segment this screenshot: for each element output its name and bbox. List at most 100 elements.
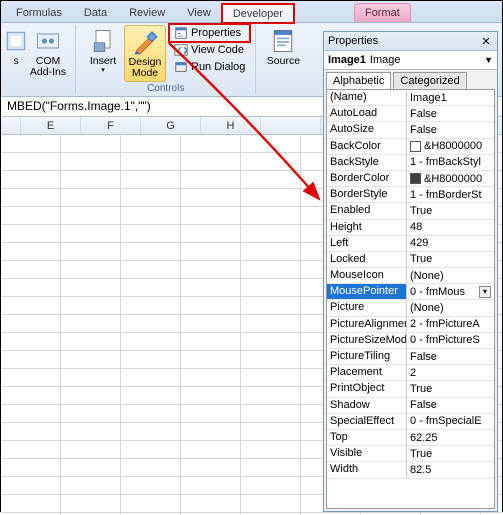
property-value[interactable]: 0 - fmPictureS [407,333,494,348]
close-icon[interactable]: ✕ [479,34,493,48]
property-row[interactable]: VisibleTrue [327,446,494,462]
view-code-label: View Code [191,44,244,56]
property-row[interactable]: Placement2 [327,365,494,381]
property-value-text: False [410,399,437,411]
property-row[interactable]: PictureAlignmen2 - fmPictureA [327,317,494,333]
property-name: Placement [327,365,407,380]
property-value[interactable]: Image1 [407,90,494,105]
property-value[interactable]: &H8000000 [407,139,494,154]
property-value[interactable]: 429 [407,236,494,251]
property-row[interactable]: SpecialEffect0 - fmSpecialE [327,414,494,430]
property-value[interactable]: False [407,122,494,137]
tab-developer[interactable]: Developer [222,4,294,23]
color-swatch [410,173,421,184]
property-value[interactable]: 1 - fmBorderSt [407,187,494,202]
tab-data[interactable]: Data [73,3,118,22]
property-value-text: True [410,205,432,217]
property-value[interactable]: 82.5 [407,462,494,477]
property-value[interactable]: 2 [407,365,494,380]
property-row[interactable]: EnabledTrue [327,203,494,219]
property-value-text: 1 - fmBackStyl [410,156,481,168]
tab-alphabetic[interactable]: Alphabetic [326,72,391,89]
property-row[interactable]: Top62.25 [327,430,494,446]
run-dialog-button[interactable]: Run Dialog [170,59,249,75]
color-swatch [410,141,421,152]
property-value-text: (None) [410,302,444,314]
property-value[interactable]: 1 - fmBackStyl [407,155,494,170]
property-row[interactable]: BorderStyle1 - fmBorderSt [327,187,494,203]
property-row[interactable]: (Name)Image1 [327,90,494,106]
controls-group-label: Controls [147,83,184,94]
property-row[interactable]: PictureTilingFalse [327,349,494,365]
chevron-down-icon[interactable]: ▾ [479,286,491,298]
property-value[interactable]: 62.25 [407,430,494,445]
tab-categorized[interactable]: Categorized [393,72,466,89]
insert-button[interactable]: Insert ▾ [82,25,124,76]
col-header-g[interactable]: G [141,117,201,134]
property-value[interactable]: False [407,349,494,364]
property-row[interactable]: PrintObjectTrue [327,381,494,397]
properties-titlebar[interactable]: Properties ✕ [324,32,497,51]
property-value-text: 0 - fmSpecialE [410,415,482,427]
property-row[interactable]: AutoLoadFalse [327,106,494,122]
col-header-f[interactable]: F [81,117,141,134]
property-value[interactable]: 48 [407,220,494,235]
property-name: SpecialEffect [327,414,407,429]
source-label: Source [267,56,300,67]
object-selector[interactable]: Image1 Image ▼ [324,51,497,70]
property-value[interactable]: False [407,398,494,413]
property-row[interactable]: PictureSizeMode0 - fmPictureS [327,333,494,349]
property-value[interactable]: 2 - fmPictureA [407,317,494,332]
property-row[interactable]: Picture(None) [327,300,494,316]
property-row[interactable]: Width82.5 [327,462,494,478]
col-header-next[interactable] [261,117,321,134]
property-value-text: (None) [410,270,444,282]
addin-icon [2,27,30,55]
property-value[interactable]: (None) [407,268,494,283]
property-name: MouseIcon [327,268,407,283]
addins-button[interactable]: s [5,25,27,69]
property-name: MousePointer [327,284,407,299]
property-name: AutoLoad [327,106,407,121]
property-value-text: 48 [410,221,422,233]
property-value[interactable]: &H8000000 [407,171,494,186]
property-value[interactable]: False [407,106,494,121]
property-value[interactable]: 0 - fmMous▾ [407,284,494,299]
tab-review[interactable]: Review [118,3,176,22]
property-value-text: &H8000000 [424,173,482,185]
view-code-button[interactable]: ❮❯ View Code [170,42,249,58]
property-row[interactable]: Left429 [327,236,494,252]
property-value-text: True [410,383,432,395]
properties-icon [174,26,188,40]
properties-button[interactable]: Properties [170,25,249,41]
property-value[interactable]: (None) [407,300,494,315]
property-value[interactable]: True [407,252,494,267]
property-row[interactable]: ShadowFalse [327,398,494,414]
property-value[interactable]: True [407,446,494,461]
property-value[interactable]: True [407,381,494,396]
property-value[interactable]: 0 - fmSpecialE [407,414,494,429]
source-button[interactable]: Source [262,25,304,69]
property-name: Shadow [327,398,407,413]
property-row[interactable]: AutoSizeFalse [327,122,494,138]
col-header-e[interactable]: E [21,117,81,134]
tab-formulas[interactable]: Formulas [5,3,73,22]
property-row[interactable]: MousePointer0 - fmMous▾ [327,284,494,300]
property-row[interactable]: Height48 [327,220,494,236]
tab-view[interactable]: View [176,3,222,22]
property-row[interactable]: MouseIcon(None) [327,268,494,284]
controls-group: Insert ▾ Design Mode Properties ❮❯ View … [76,25,256,94]
property-name: BorderStyle [327,187,407,202]
com-addins-button[interactable]: COM Add-Ins [27,25,69,80]
property-value[interactable]: True [407,203,494,218]
property-row[interactable]: BorderColor&H8000000 [327,171,494,187]
property-row[interactable]: BackStyle1 - fmBackStyl [327,155,494,171]
property-grid[interactable]: (Name)Image1AutoLoadFalseAutoSizeFalseBa… [326,89,495,509]
property-row[interactable]: BackColor&H8000000 [327,139,494,155]
property-row[interactable]: LockedTrue [327,252,494,268]
col-header-blank[interactable] [1,117,21,134]
property-value-text: 0 - fmPictureS [410,334,480,346]
design-mode-button[interactable]: Design Mode [124,25,166,82]
tab-format[interactable]: Format [354,3,411,22]
col-header-h[interactable]: H [201,117,261,134]
